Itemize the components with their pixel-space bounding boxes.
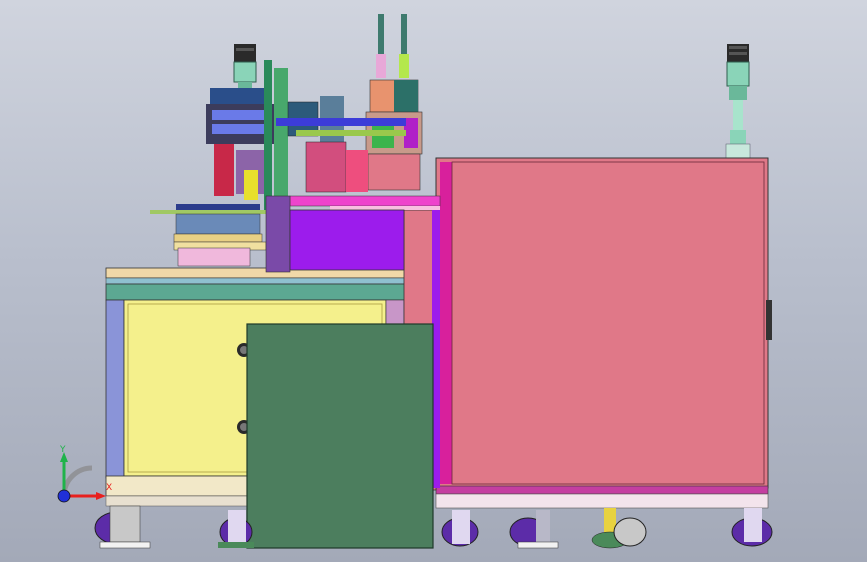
- top-mechanism[interactable]: [150, 14, 441, 273]
- caster-right: [731, 508, 773, 547]
- triad-z-origin: [57, 489, 71, 503]
- caster-3: [441, 510, 479, 547]
- right-cabinet[interactable]: [435, 44, 772, 509]
- caster-left: [94, 505, 151, 549]
- signal-tower-right[interactable]: [725, 44, 751, 159]
- caster-4: [509, 510, 559, 549]
- caster-5: [591, 508, 647, 549]
- coordinate-triad: Y X: [57, 445, 112, 503]
- triad-y-label: Y: [59, 445, 66, 455]
- green-door[interactable]: [246, 323, 434, 549]
- cad-viewport[interactable]: Y X: [0, 0, 867, 562]
- triad-x-label: X: [106, 483, 112, 493]
- assembly-model[interactable]: Y X: [0, 0, 867, 562]
- cylinder-pair[interactable]: [376, 14, 409, 78]
